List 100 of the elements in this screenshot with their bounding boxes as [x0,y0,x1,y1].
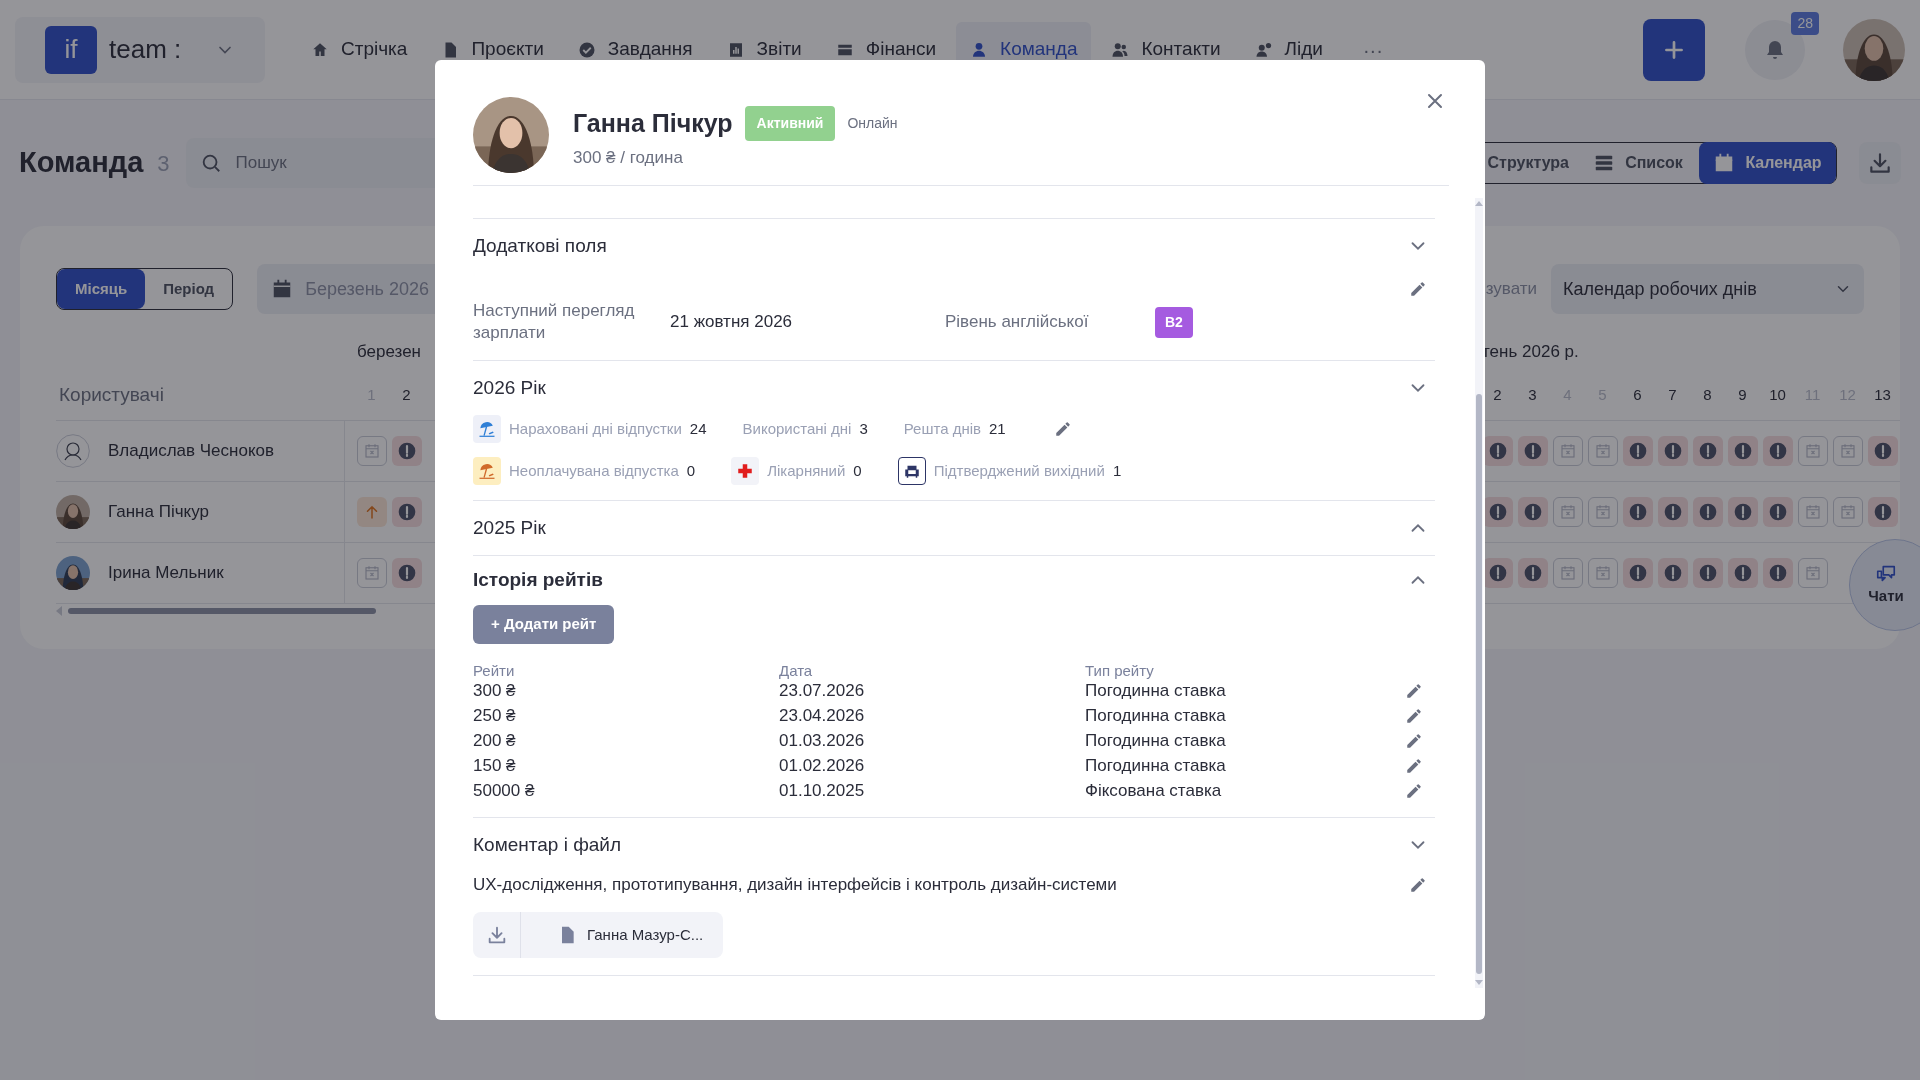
range-tab[interactable]: Період [145,269,233,309]
view-tab[interactable]: Календар [1699,142,1836,184]
calendar-x-icon [1593,564,1612,582]
pencil-icon [1405,681,1423,700]
stat-label: Лікарняний [767,460,846,481]
table-cell-text: 01.10.2025 [779,780,866,802]
range-tab[interactable]: Місяць [57,269,146,309]
nav-item[interactable]: Фінанси [821,21,951,78]
notification-count: 28 [1791,11,1819,35]
add-button[interactable] [1643,18,1705,81]
section-title: 2025 Рік [473,515,546,540]
table-cell-text: Фіксована ставка [1085,780,1223,802]
calendar-x-icon [1558,503,1577,521]
stat-value: 0 [686,460,696,481]
pencil-icon [1053,420,1072,438]
day-number: 10 [1768,385,1787,406]
stat-label: Підтверджений вихідний [933,460,1105,481]
stat-value: 24 [689,418,707,439]
field-value: 21 жовтня 2026 [670,311,794,334]
view-tab[interactable]: Структура [1471,142,1577,184]
stat-label: Решта днів [903,418,981,439]
stat-label: Неоплачувана відпустка [509,460,679,481]
table-cell-text: 200 ₴ [473,730,517,752]
day-number: 9 [1737,385,1748,406]
column-header: Рейти [473,661,516,681]
horizontal-scrollbar-thumb[interactable] [68,608,376,614]
scrollbar-thumb[interactable] [1476,394,1482,974]
table-cell-text: 23.07.2026 [779,680,866,702]
calendar-x-icon [1558,442,1577,460]
calendar-x-icon [362,442,381,460]
workspace-name: team : [109,33,182,66]
day-number: 8 [1702,385,1713,406]
status-badge: Активний [744,106,836,142]
table-cell-text: Погодинна ставка [1085,705,1227,727]
stat-label: Нараховані дні відпустки [509,418,682,439]
calendar-x-icon [1803,442,1822,460]
calendar-x-icon [1593,442,1612,460]
table-cell-text: 01.03.2026 [779,730,866,752]
day-number: 2 [401,385,412,406]
logo-mark: if [45,25,97,74]
field-label: Рівень англійської [945,311,1090,333]
stat-value: 21 [989,418,1006,439]
calendar-x-icon [1803,564,1822,582]
add-rate-button[interactable]: + Додати рейт [473,605,615,644]
user-name: Ірина Мельник [108,562,224,585]
people-icon [1111,40,1130,59]
stat-value: 0 [853,460,862,481]
view-tab[interactable]: Список [1577,142,1699,184]
person-coin-icon [1254,40,1273,59]
section-title: Коментар і файл [473,832,622,857]
table-cell-text: Погодинна ставка [1085,680,1227,702]
table-cell-text: 250 ₴ [473,705,517,727]
pencil-icon [1405,781,1423,800]
calendar-x-icon [1838,503,1857,521]
calendar-select[interactable]: Календар робочих днів [1551,264,1864,314]
more-button[interactable]: ··· [1354,34,1391,65]
presence-status: Онлайн [847,114,898,134]
month-label: тень 2026 р. [1482,342,1579,362]
calendar-x-icon [1803,503,1822,521]
table-cell-text: 300 ₴ [473,680,517,702]
day-number: 7 [1667,385,1678,406]
nav-item[interactable]: Контакти [1097,21,1235,78]
stat-label: Використані дні [742,418,852,439]
calendar-x-icon [1593,503,1612,521]
nav-item[interactable]: Стрічка [297,21,422,78]
download-icon [1867,150,1893,176]
pencil-icon [1409,280,1427,298]
table-cell-text: Погодинна ставка [1085,730,1227,752]
nav-item[interactable]: Ліди [1240,21,1337,78]
nav-item[interactable]: Проєкти [427,21,558,78]
comment-text: UX-дослідження, прототипування, дизайн інтерфейсів і контроль дизайн-системи [473,874,1117,897]
calendar-x-icon [1558,564,1577,582]
download-button[interactable] [1859,142,1901,184]
column-header: Дата [779,661,814,681]
pencil-icon [1405,756,1423,775]
table-cell-text: 150 ₴ [473,755,517,777]
calendar-x-icon [1838,442,1857,460]
stat-value: 1 [1112,460,1122,481]
user-name: Ганна Пічкур [108,501,209,524]
table-cell-text: Погодинна ставка [1085,755,1227,777]
month-label: березен [357,341,421,364]
hourly-rate: 300 ₴ / година [573,146,684,169]
check-circle-icon [577,40,596,59]
page-title: Команда [19,145,144,181]
day-number: 2 [1492,385,1503,406]
table-cell-text: 23.04.2026 [779,705,866,727]
level-badge: B2 [1155,306,1193,338]
section-title: Додаткові поля [473,233,607,258]
day-number: 13 [1873,385,1892,406]
table-cell-text: 01.02.2026 [779,755,866,777]
day-number: 6 [1632,385,1643,406]
section-title: 2026 Рік [473,375,546,400]
calendar-x-icon [362,564,381,582]
workspace-switcher[interactable]: if team : [15,16,265,83]
nav-item[interactable]: Звіти [712,21,816,78]
day-number: 3 [1527,385,1538,406]
profile-name: Ганна Пічкур [573,108,733,139]
user-name: Владислав Чесноков [108,440,274,463]
table-cell-text: 50000 ₴ [473,780,536,802]
pencil-icon [1405,706,1423,725]
